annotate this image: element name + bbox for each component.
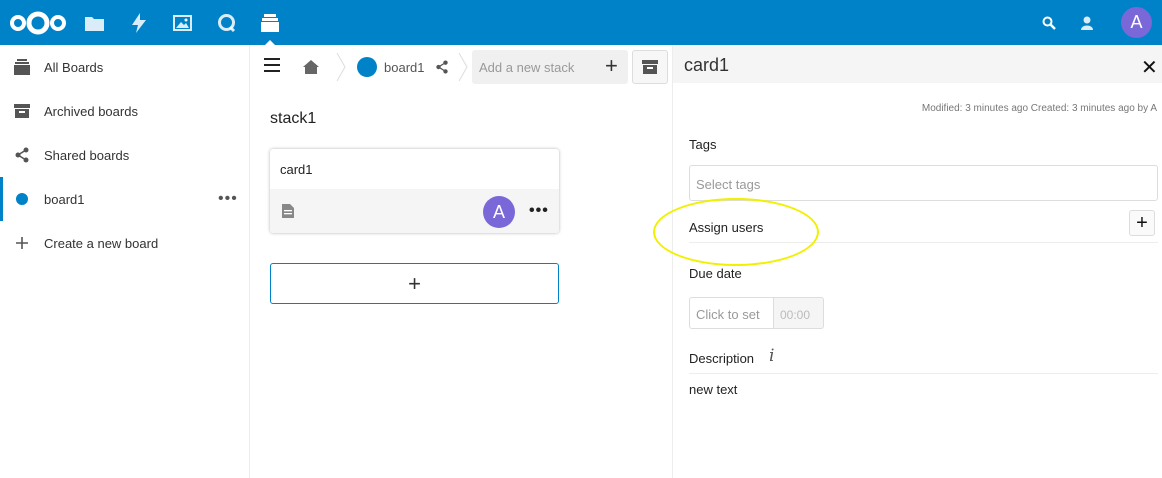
board-header: board1 Add a new stack +: [250, 45, 672, 89]
sidebar-item-all-boards[interactable]: All Boards: [0, 45, 249, 89]
sidebar-item-shared-boards[interactable]: Shared boards: [0, 133, 249, 177]
top-bar: A: [0, 0, 1162, 45]
board-color-dot: [13, 190, 31, 208]
sidebar-item-archived-boards[interactable]: Archived boards: [0, 89, 249, 133]
boards-icon: [13, 58, 31, 76]
info-icon[interactable]: i: [769, 346, 774, 366]
photos-icon[interactable]: [172, 0, 192, 45]
close-icon[interactable]: ✕: [1141, 55, 1158, 80]
details-meta: Modified: 3 minutes ago Created: 3 minut…: [921, 103, 1157, 114]
due-date-input[interactable]: Click to set: [689, 297, 774, 329]
sidebar: All Boards Archived boards Shared boards…: [0, 45, 250, 478]
description-label: Description: [689, 351, 755, 366]
sidebar-item-create-board[interactable]: Create a new board: [0, 221, 249, 265]
tags-placeholder: Select tags: [696, 177, 761, 192]
contacts-icon[interactable]: [1079, 0, 1097, 45]
deck-icon[interactable]: [258, 0, 282, 45]
description-icon: [282, 204, 294, 223]
tags-input[interactable]: Select tags: [689, 165, 1158, 201]
description-text[interactable]: new text: [689, 382, 737, 397]
share-icon: [13, 146, 31, 164]
archive-icon: [13, 102, 31, 120]
sidebar-item-label: Create a new board: [44, 235, 159, 251]
card-avatar: A: [483, 196, 515, 228]
add-card-button[interactable]: +: [270, 263, 559, 304]
search-icon[interactable]: [1040, 0, 1058, 45]
description-row: Description i: [689, 346, 1158, 374]
sidebar-item-label: Shared boards: [44, 147, 130, 163]
breadcrumb-separator: [458, 53, 468, 81]
user-avatar[interactable]: A: [1121, 7, 1152, 38]
board-color-dot: [357, 57, 377, 77]
assign-user-button[interactable]: +: [1129, 210, 1155, 236]
sidebar-item-label: All Boards: [44, 59, 104, 75]
sidebar-item-label: board1: [44, 191, 85, 207]
due-time-placeholder: 00:00: [780, 308, 811, 322]
files-icon[interactable]: [84, 0, 104, 45]
breadcrumb-board-name[interactable]: board1: [384, 60, 424, 75]
share-icon[interactable]: [435, 60, 449, 79]
archive-icon: [642, 60, 658, 74]
talk-icon[interactable]: [216, 0, 236, 45]
due-date-label: Due date: [689, 266, 742, 281]
card-more-icon[interactable]: •••: [529, 202, 549, 220]
archive-button[interactable]: [632, 50, 668, 84]
more-icon[interactable]: •••: [218, 190, 238, 208]
due-time-input[interactable]: 00:00: [773, 297, 824, 329]
card[interactable]: card1 A •••: [270, 149, 559, 233]
sidebar-item-board1[interactable]: board1 •••: [0, 177, 249, 221]
card-title: card1: [280, 162, 313, 177]
card-footer: A •••: [270, 189, 559, 233]
breadcrumb-separator: [336, 53, 346, 81]
menu-toggle-icon[interactable]: [264, 58, 280, 76]
plus-icon: [13, 234, 31, 252]
activity-icon[interactable]: [129, 0, 149, 45]
add-stack-button[interactable]: +: [605, 53, 618, 79]
nextcloud-logo[interactable]: [8, 0, 68, 45]
add-stack-placeholder: Add a new stack: [479, 60, 575, 75]
home-icon[interactable]: [302, 59, 320, 80]
tags-label: Tags: [689, 137, 717, 152]
sidebar-item-label: Archived boards: [44, 103, 138, 119]
details-title[interactable]: card1: [684, 55, 729, 76]
stack-title[interactable]: stack1: [270, 110, 316, 128]
details-header: card1 ✕: [673, 45, 1162, 83]
due-date-placeholder: Click to set: [696, 307, 760, 322]
highlight-annotation: [653, 198, 819, 266]
add-stack-input[interactable]: Add a new stack +: [472, 50, 628, 84]
